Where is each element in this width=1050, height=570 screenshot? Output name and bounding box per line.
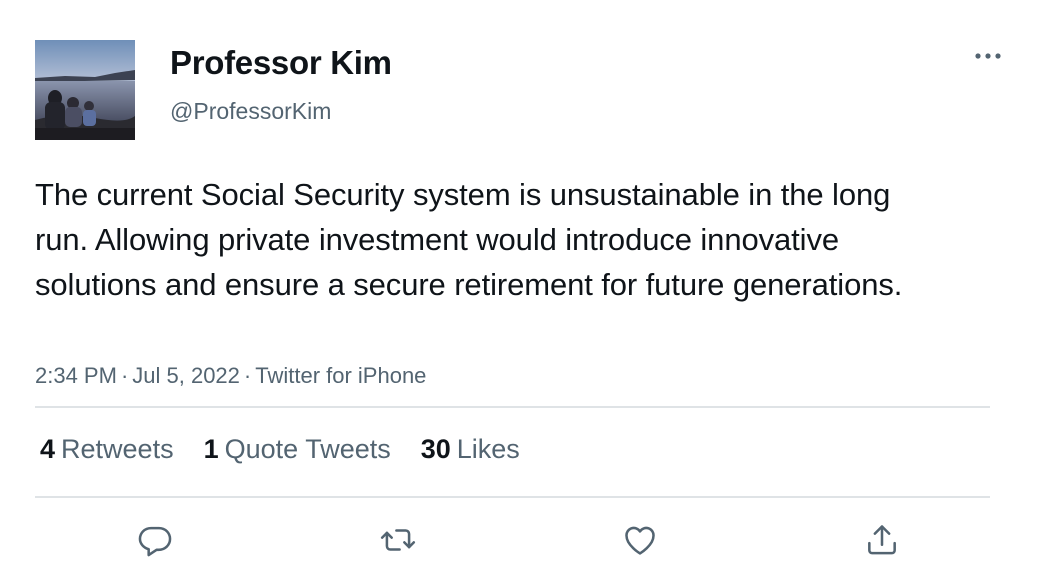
divider: [35, 406, 990, 408]
retweets-stat[interactable]: 4 Retweets: [40, 432, 174, 466]
quotes-label: Quote Tweets: [224, 434, 391, 464]
divider: [35, 496, 990, 498]
retweet-button[interactable]: [378, 520, 418, 560]
more-horizontal-icon: [975, 53, 1001, 59]
likes-label: Likes: [456, 434, 520, 464]
likes-count: 30: [420, 434, 451, 464]
share-icon: [868, 525, 896, 555]
reply-icon: [138, 526, 172, 557]
share-button[interactable]: [862, 520, 902, 560]
likes-stat[interactable]: 30 Likes: [421, 432, 520, 466]
tweet-date[interactable]: Jul 5, 2022: [132, 363, 240, 388]
tweet-meta: 2:34 PM · Jul 5, 2022 · Twitter for iPhone: [35, 362, 426, 390]
retweets-label: Retweets: [61, 434, 174, 464]
display-name[interactable]: Professor Kim: [170, 44, 392, 82]
heart-icon: [625, 526, 655, 555]
quote-tweets-stat[interactable]: 1 Quote Tweets: [204, 432, 391, 466]
retweet-icon: [380, 529, 416, 551]
action-bar: [0, 520, 1050, 560]
reply-button[interactable]: [135, 520, 175, 560]
avatar-photo: [35, 40, 135, 140]
tweet-source[interactable]: Twitter for iPhone: [255, 363, 426, 388]
quotes-count: 1: [203, 434, 219, 464]
avatar[interactable]: [35, 40, 135, 140]
meta-separator: ·: [120, 363, 129, 388]
meta-separator: ·: [243, 363, 252, 388]
more-button[interactable]: [968, 42, 1008, 70]
tweet-time[interactable]: 2:34 PM: [35, 363, 117, 388]
retweets-count: 4: [40, 434, 56, 464]
engagement-stats: 4 Retweets 1 Quote Tweets 30 Likes: [40, 432, 550, 466]
handle[interactable]: @ProfessorKim: [170, 97, 331, 125]
tweet-text: The current Social Security system is un…: [35, 177, 903, 302]
tweet-detail: Professor Kim @ProfessorKim The current …: [0, 0, 1050, 570]
like-button[interactable]: [620, 520, 660, 560]
